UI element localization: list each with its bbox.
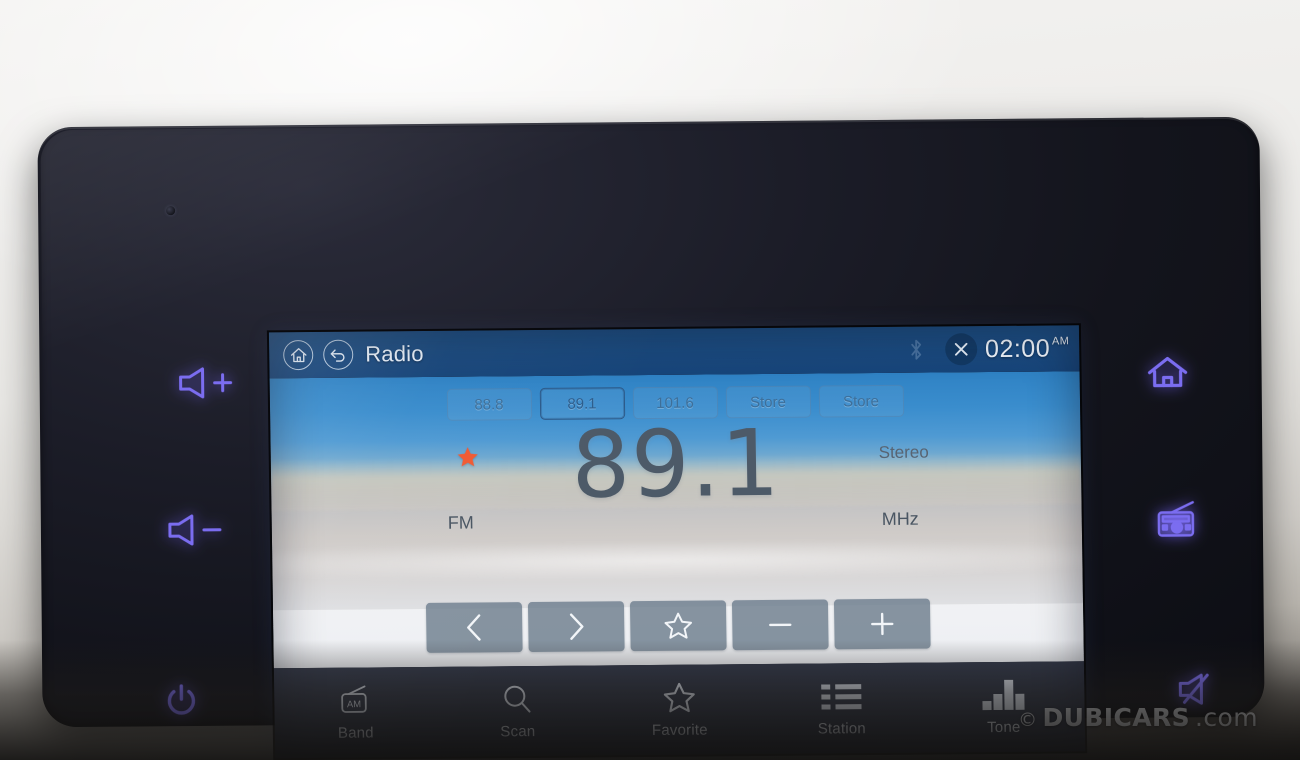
watermark: © DUBICARS .com [1018,703,1258,732]
preset-button-1[interactable]: 88.8 [446,388,532,421]
title-bar: Radio 02:00 AM [268,325,1080,379]
page-title: Radio [365,340,424,367]
equalizer-icon [982,678,1025,712]
frequency-value: 89.1 [570,409,782,519]
home-icon[interactable] [1139,349,1195,395]
clock-meridiem: AM [1051,334,1070,348]
tuner-controls [273,597,1084,654]
stereo-indicator: Stereo [878,442,929,463]
back-arrow-icon[interactable] [323,339,354,370]
dashboard-scene: Radio 02:00 AM 88.8 89.1 101.6 Store Sto… [0,0,1300,760]
watermark-suffix: .com [1195,703,1258,732]
nav-label-favorite: Favorite [651,721,708,739]
mute-icon[interactable] [1170,665,1222,713]
list-icon [821,679,862,713]
bottom-navigation-bar: AM Band Scan Favorite Station Tone [273,661,1086,759]
nav-label-scan: Scan [500,723,536,741]
ambient-light-sensor [166,206,176,216]
power-icon[interactable] [154,674,208,728]
volume-down-icon[interactable] [159,508,233,553]
star-outline-icon[interactable] [629,600,727,652]
clock-time: 02:00 [984,334,1051,363]
star-outline-icon [662,681,697,715]
nav-item-station[interactable]: Station [760,663,923,754]
watermark-copyright: © [1018,709,1038,731]
minus-icon[interactable] [731,599,829,651]
radio-icon[interactable] [1149,495,1205,543]
band-label: FM [447,512,474,533]
svg-text:AM: AM [347,698,361,709]
plus-icon[interactable] [833,598,931,650]
chevron-left-icon[interactable] [425,602,523,653]
head-unit-housing: Radio 02:00 AM 88.8 89.1 101.6 Store Sto… [37,116,1265,759]
bluetooth-icon [909,339,923,361]
nav-item-band[interactable]: AM Band [274,667,437,758]
radio-am-icon: AM [338,683,373,717]
nav-label-band: Band [337,724,374,742]
nav-item-tone[interactable]: Tone [922,661,1085,752]
watermark-brand: DUBICARS [1042,703,1191,732]
status-clock: 02:00 AM [985,334,1070,364]
title-bar-spacer [424,350,909,354]
chevron-right-icon[interactable] [527,601,625,653]
nav-label-station: Station [817,720,867,738]
volume-up-icon[interactable] [169,361,243,406]
nav-item-favorite[interactable]: Favorite [598,664,761,755]
nav-label-tone: Tone [987,718,1021,737]
search-icon [501,682,534,716]
frequency-readout: FM 89.1 Stereo MHz [270,410,1082,561]
home-icon[interactable] [283,339,314,371]
radio-main-panel: 88.8 89.1 101.6 Store Store FM 89.1 Ster… [269,371,1084,669]
nav-item-scan[interactable]: Scan [436,665,599,756]
touchscreen-display[interactable]: Radio 02:00 AM 88.8 89.1 101.6 Store Sto… [268,325,1086,759]
close-icon[interactable] [944,333,978,366]
frequency-unit: MHz [881,508,919,529]
preset-button-5-store[interactable]: Store [818,384,904,418]
